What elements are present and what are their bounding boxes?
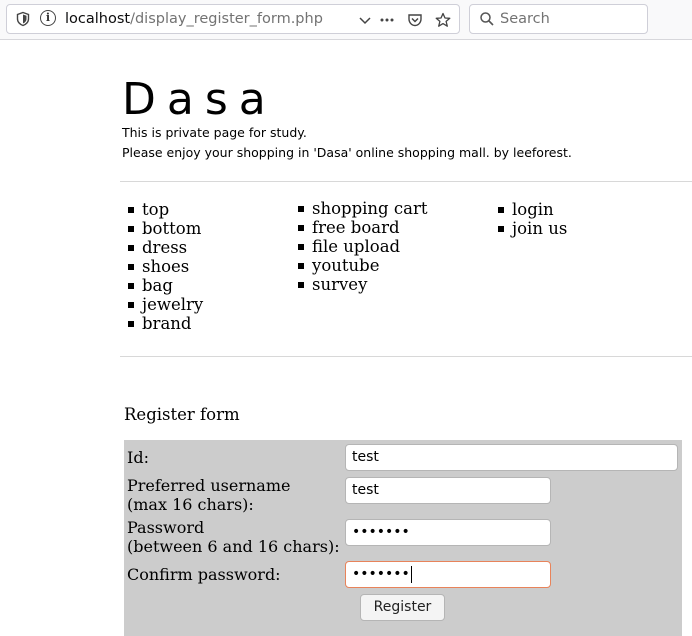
id-label: Id: — [127, 448, 149, 467]
intro-line-2: Please enjoy your shopping in 'Dasa' onl… — [122, 145, 572, 160]
intro-line-1: This is private page for study. — [122, 125, 307, 140]
url-host: localhost — [65, 11, 131, 27]
register-form: Id: test Preferred username (max 16 char… — [124, 440, 682, 636]
username-label-line-1: Preferred username — [127, 476, 291, 495]
divider-bottom — [120, 356, 692, 357]
browser-toolbar: i localhost/display_register_form.php Se… — [0, 0, 692, 40]
username-label-line-2: (max 16 chars): — [127, 495, 254, 514]
form-title: Register form — [124, 405, 240, 424]
divider-top — [120, 181, 692, 182]
menu-item-brand[interactable]: brand — [122, 314, 203, 333]
password-label: Password (between 6 and 16 chars): — [127, 518, 340, 556]
site-intro: This is private page for study. Please e… — [122, 123, 572, 163]
menu-item-top[interactable]: top — [122, 200, 203, 219]
password-label-line-2: (between 6 and 16 chars): — [127, 537, 340, 556]
menu-column-2: shopping cart free board file upload you… — [292, 199, 427, 294]
menu-item-youtube[interactable]: youtube — [292, 256, 427, 275]
pocket-icon[interactable] — [407, 12, 423, 28]
bookmark-star-icon[interactable] — [435, 12, 451, 28]
menu-column-1: top bottom dress shoes bag jewelry brand — [122, 200, 203, 333]
info-icon[interactable]: i — [40, 10, 56, 26]
menu-item-login[interactable]: login — [492, 200, 567, 219]
menu-item-jewelry[interactable]: jewelry — [122, 295, 203, 314]
search-bar[interactable]: Search — [469, 4, 648, 34]
search-placeholder: Search — [500, 11, 550, 27]
more-icon[interactable] — [379, 12, 395, 28]
menu-item-shopping-cart[interactable]: shopping cart — [292, 199, 427, 218]
menu-item-bag[interactable]: bag — [122, 276, 203, 295]
confirm-password-value: ••••••• — [352, 566, 410, 582]
menu-column-3: login join us — [492, 200, 567, 238]
menu-item-survey[interactable]: survey — [292, 275, 427, 294]
search-icon — [480, 12, 494, 26]
menu-item-free-board[interactable]: free board — [292, 218, 427, 237]
url-path: /display_register_form.php — [130, 11, 323, 27]
site-logo: Dasa — [122, 74, 277, 125]
chevron-down-icon[interactable] — [357, 12, 373, 28]
confirm-password-input[interactable]: ••••••• — [345, 561, 551, 588]
id-input[interactable]: test — [345, 444, 678, 471]
menu-item-bottom[interactable]: bottom — [122, 219, 203, 238]
shield-icon[interactable] — [15, 11, 31, 27]
url-text[interactable]: localhost/display_register_form.php — [65, 11, 323, 27]
menu-item-dress[interactable]: dress — [122, 238, 203, 257]
username-input[interactable]: test — [345, 477, 551, 504]
confirm-password-label: Confirm password: — [127, 565, 281, 584]
username-label: Preferred username (max 16 chars): — [127, 476, 290, 514]
menu-item-join-us[interactable]: join us — [492, 219, 567, 238]
password-input[interactable]: ••••••• — [345, 519, 551, 546]
menu-item-shoes[interactable]: shoes — [122, 257, 203, 276]
menu-item-file-upload[interactable]: file upload — [292, 237, 427, 256]
text-cursor — [410, 565, 412, 583]
address-bar[interactable]: i localhost/display_register_form.php — [6, 4, 460, 34]
password-label-line-1: Password — [127, 518, 205, 537]
register-button[interactable]: Register — [360, 594, 445, 621]
